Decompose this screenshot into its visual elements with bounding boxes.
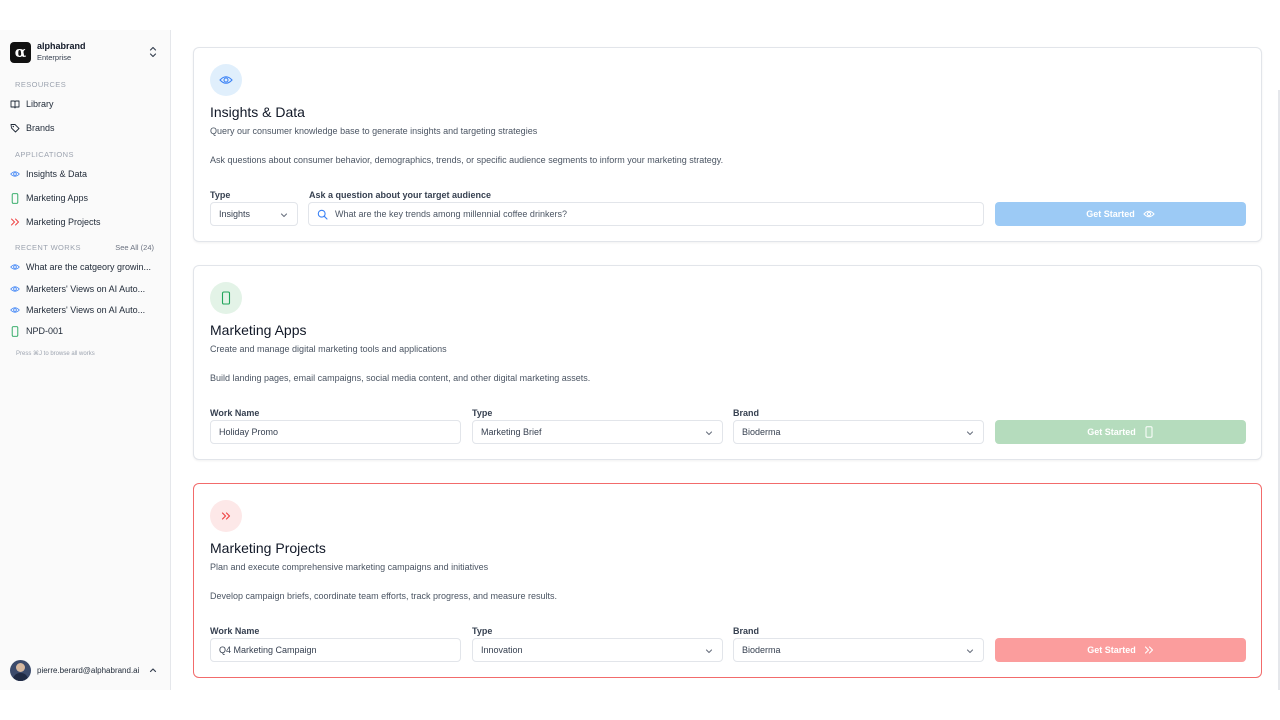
brand-select[interactable]: Bioderma <box>733 638 984 662</box>
search-icon <box>317 209 328 220</box>
tag-icon <box>10 123 20 133</box>
question-input[interactable]: What are the key trends among millennial… <box>308 202 984 226</box>
work-name-value: Holiday Promo <box>219 427 279 437</box>
eye-icon <box>10 262 20 272</box>
work-name-value: Q4 Marketing Campaign <box>219 645 317 655</box>
sidebar-item-marketing-apps[interactable]: Marketing Apps <box>10 189 162 207</box>
resources-section-label: RESOURCES <box>15 80 67 89</box>
org-name: alphabrand <box>37 41 86 51</box>
chevron-down-icon <box>280 213 288 218</box>
chevrons-right-icon <box>1144 645 1154 655</box>
recent-work-item[interactable]: Marketers' Views on AI Auto... <box>10 280 162 298</box>
insights-card: Insights & Data Query our consumer knowl… <box>193 47 1262 242</box>
work-name-label: Work Name <box>210 626 260 636</box>
chevron-up-icon <box>149 668 157 673</box>
type-label: Type <box>210 190 231 200</box>
alphabrand-logo: α <box>10 41 31 63</box>
chevrons-up-down-icon <box>149 46 157 58</box>
question-placeholder: What are the key trends among millennial… <box>335 209 567 219</box>
card-description: Develop campaign briefs, coordinate team… <box>210 591 558 601</box>
phone-icon <box>10 192 20 204</box>
avatar <box>10 659 31 681</box>
eye-icon <box>10 169 20 179</box>
user-email: pierre.berard@alphabrand.ai <box>37 665 140 675</box>
brand-label: Brand <box>733 626 760 636</box>
card-title: Marketing Projects <box>210 540 326 556</box>
org-switcher[interactable]: α alphabrand Enterprise <box>10 40 160 64</box>
chevron-down-icon <box>705 431 713 436</box>
brand-select-value: Bioderma <box>742 427 781 437</box>
card-title: Marketing Apps <box>210 322 307 338</box>
eye-icon <box>210 64 242 96</box>
button-label: Get Started <box>1086 209 1135 219</box>
type-select[interactable]: Marketing Brief <box>472 420 723 444</box>
work-name-input[interactable]: Q4 Marketing Campaign <box>210 638 461 662</box>
chevron-down-icon <box>966 649 974 654</box>
sidebar-item-label: Marketing Apps <box>26 193 89 203</box>
book-icon <box>10 99 20 109</box>
browse-works-hint: Press ⌘J to browse all works <box>16 351 95 357</box>
type-select-value: Marketing Brief <box>481 427 542 437</box>
type-label: Type <box>472 408 493 418</box>
recent-work-label: Marketers' Views on AI Auto... <box>26 305 146 315</box>
card-subtitle: Plan and execute comprehensive marketing… <box>210 562 489 572</box>
sidebar-item-library[interactable]: Library <box>10 95 162 113</box>
brand-select[interactable]: Bioderma <box>733 420 984 444</box>
org-plan: Enterprise <box>37 53 72 62</box>
work-name-label: Work Name <box>210 408 260 418</box>
recent-work-item[interactable]: Marketers' Views on AI Auto... <box>10 301 162 319</box>
type-label: Type <box>472 626 493 636</box>
marketing-apps-card: Marketing Apps Create and manage digital… <box>193 265 1262 460</box>
card-subtitle: Query our consumer knowledge base to gen… <box>210 126 538 136</box>
brand-select-value: Bioderma <box>742 645 781 655</box>
sidebar-item-label: Brands <box>26 123 55 133</box>
projects-get-started-button[interactable]: Get Started <box>995 638 1246 662</box>
insights-get-started-button[interactable]: Get Started <box>995 202 1246 226</box>
sidebar-item-label: Library <box>26 99 54 109</box>
see-all-link[interactable]: See All (24) <box>115 243 154 252</box>
card-description: Ask questions about consumer behavior, d… <box>210 155 724 165</box>
chevrons-right-icon <box>10 217 20 227</box>
recent-work-item[interactable]: What are the catgeory growin... <box>10 258 162 276</box>
recent-work-label: NPD-001 <box>26 326 64 336</box>
eye-icon <box>10 305 20 315</box>
chevron-down-icon <box>705 649 713 654</box>
eye-icon <box>1143 209 1155 219</box>
button-label: Get Started <box>1087 645 1136 655</box>
recent-works-section-label: RECENT WORKS <box>15 243 81 252</box>
type-select[interactable]: Innovation <box>472 638 723 662</box>
phone-icon <box>1144 426 1154 438</box>
sidebar-item-insights[interactable]: Insights & Data <box>10 165 162 183</box>
phone-icon <box>210 282 242 314</box>
card-title: Insights & Data <box>210 104 305 120</box>
sidebar-item-label: Marketing Projects <box>26 217 101 227</box>
type-select-value: Insights <box>219 209 251 219</box>
work-name-input[interactable]: Holiday Promo <box>210 420 461 444</box>
recent-work-label: Marketers' Views on AI Auto... <box>26 284 146 294</box>
sidebar-item-brands[interactable]: Brands <box>10 119 162 137</box>
chevrons-right-icon <box>210 500 242 532</box>
type-select[interactable]: Insights <box>210 202 298 226</box>
apps-get-started-button[interactable]: Get Started <box>995 420 1246 444</box>
phone-icon <box>10 325 20 337</box>
card-description: Build landing pages, email campaigns, so… <box>210 373 591 383</box>
recent-work-item[interactable]: NPD-001 <box>10 322 162 340</box>
marketing-projects-card: Marketing Projects Plan and execute comp… <box>193 483 1262 678</box>
sidebar: α alphabrand Enterprise RESOURCES Librar… <box>0 30 171 690</box>
recent-work-label: What are the catgeory growin... <box>26 262 152 272</box>
card-subtitle: Create and manage digital marketing tool… <box>210 344 447 354</box>
brand-label: Brand <box>733 408 760 418</box>
sidebar-item-label: Insights & Data <box>26 169 88 179</box>
question-label: Ask a question about your target audienc… <box>309 190 492 200</box>
eye-icon <box>10 284 20 294</box>
applications-section-label: APPLICATIONS <box>15 150 74 159</box>
button-label: Get Started <box>1087 427 1136 437</box>
type-select-value: Innovation <box>481 645 523 655</box>
user-menu[interactable]: pierre.berard@alphabrand.ai <box>10 659 160 681</box>
sidebar-item-marketing-projects[interactable]: Marketing Projects <box>10 213 162 231</box>
chevron-down-icon <box>966 431 974 436</box>
